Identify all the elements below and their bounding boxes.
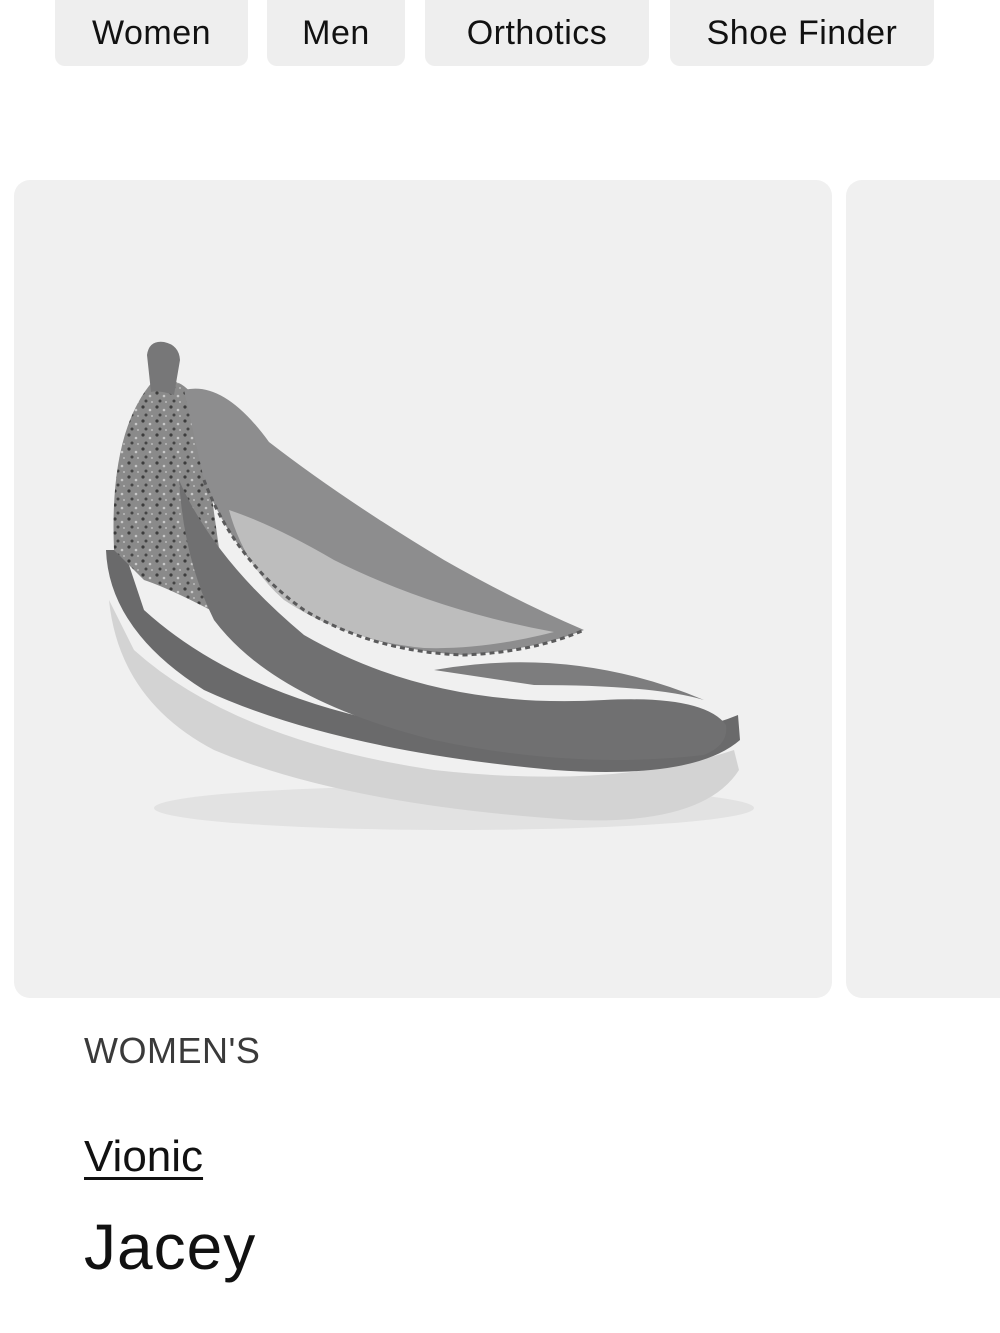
- nav-chip-label: Men: [302, 13, 370, 52]
- next-product-image-card[interactable]: [846, 180, 1000, 998]
- nav-chip-women[interactable]: Women: [55, 0, 248, 66]
- product-name[interactable]: Jacey: [84, 1210, 256, 1284]
- nav-chip-label: Women: [91, 13, 212, 52]
- product-image-card[interactable]: [14, 180, 832, 998]
- nav-chip-label: Shoe Finder: [706, 13, 898, 52]
- nav-chip-orthotics[interactable]: Orthotics: [425, 0, 649, 66]
- shoe-image: [106, 341, 754, 830]
- nav-chip-men[interactable]: Men: [267, 0, 405, 66]
- nav-chip-shoe-finder[interactable]: Shoe Finder: [670, 0, 934, 66]
- nav-chip-label: Orthotics: [466, 13, 608, 52]
- product-listing-page: Women Men Orthotics Shoe Finder WOMEN'S …: [0, 0, 1000, 1333]
- product-category: WOMEN'S: [84, 1030, 261, 1071]
- product-brand-link[interactable]: Vionic: [84, 1132, 203, 1182]
